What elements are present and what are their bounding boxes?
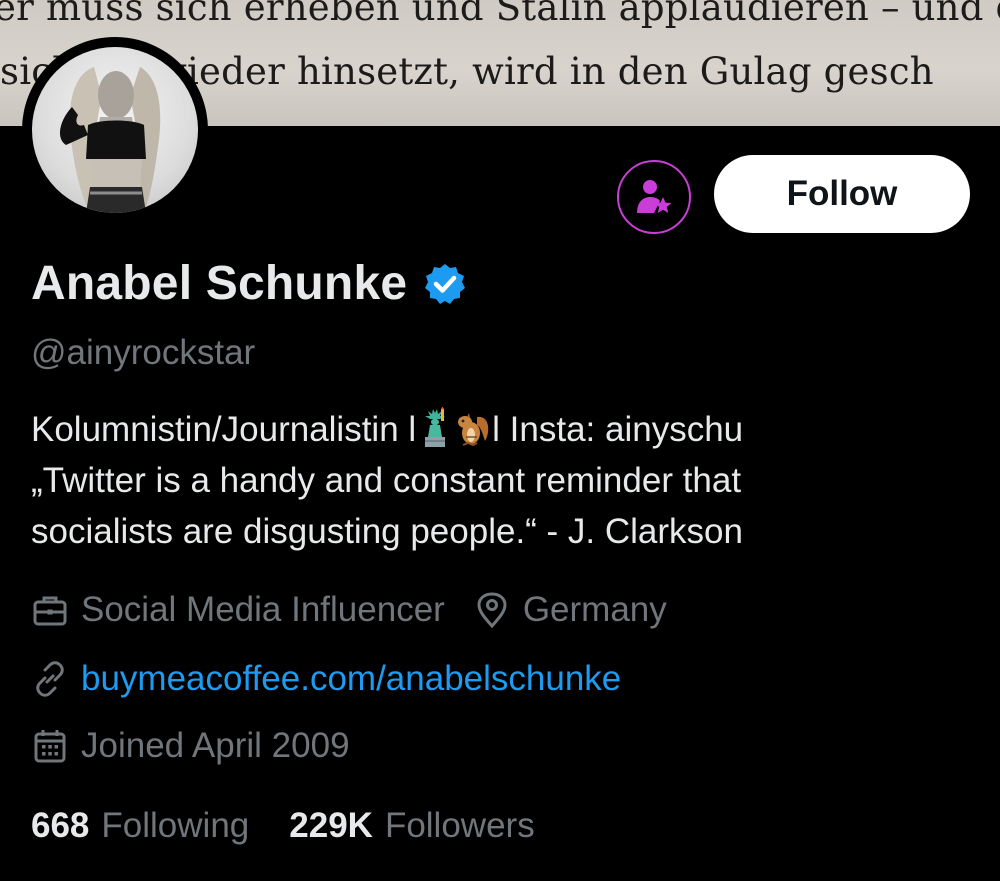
follow-button[interactable]: Follow xyxy=(714,155,970,233)
category-text: Social Media Influencer xyxy=(81,590,445,629)
banner-text-line: er muss sich erheben und Stalin applaudi… xyxy=(0,0,1000,29)
bio-line: socialists are disgusting people.“ - J. … xyxy=(31,512,743,551)
chipmunk-emoji xyxy=(458,413,489,447)
joined-text: Joined April 2009 xyxy=(81,726,350,765)
following-label: Following xyxy=(101,806,250,845)
profile-name-row: Anabel Schunke xyxy=(31,256,467,311)
bio-line: „Twitter is a handy and constant reminde… xyxy=(31,461,742,500)
profile-joined-row: Joined April 2009 xyxy=(31,726,350,766)
calendar-icon xyxy=(34,730,66,763)
briefcase-icon xyxy=(33,596,67,626)
location-text: Germany xyxy=(522,590,667,629)
website-link[interactable]: buymeacoffee.com/anabelschunke xyxy=(81,659,621,699)
profile-website-row: buymeacoffee.com/anabelschunke xyxy=(31,659,621,699)
bio-text: l Insta: ainyschu xyxy=(492,410,744,449)
person-star-icon xyxy=(637,180,672,213)
user-handle: @ainyrockstar xyxy=(31,333,256,372)
verified-badge-icon[interactable] xyxy=(423,262,467,306)
bio-text: Kolumnistin/Journalistin l xyxy=(31,410,417,449)
statue-of-liberty-emoji xyxy=(425,407,446,447)
profile-meta-row: Social Media Influencer Germany xyxy=(31,590,667,630)
location-pin-icon xyxy=(477,592,507,629)
followers-count: 229K xyxy=(289,806,373,845)
subscribe-button[interactable] xyxy=(617,160,691,234)
bio-line: Kolumnistin/Journalistin l l Insta: ainy… xyxy=(31,404,981,455)
avatar-photo xyxy=(32,47,198,213)
profile-category: Social Media Influencer xyxy=(31,590,445,630)
profile-stats: 668 Following 229K Followers xyxy=(31,806,575,846)
display-name: Anabel Schunke xyxy=(31,257,408,310)
avatar[interactable] xyxy=(22,37,208,223)
followers-label: Followers xyxy=(384,806,535,845)
profile-location: Germany xyxy=(473,590,667,630)
following-stat[interactable]: 668 Following xyxy=(31,806,249,846)
following-count: 668 xyxy=(31,806,90,845)
link-icon xyxy=(36,661,64,697)
profile-bio: Kolumnistin/Journalistin l l Insta: ainy… xyxy=(31,404,981,557)
followers-stat[interactable]: 229K Followers xyxy=(289,806,534,846)
